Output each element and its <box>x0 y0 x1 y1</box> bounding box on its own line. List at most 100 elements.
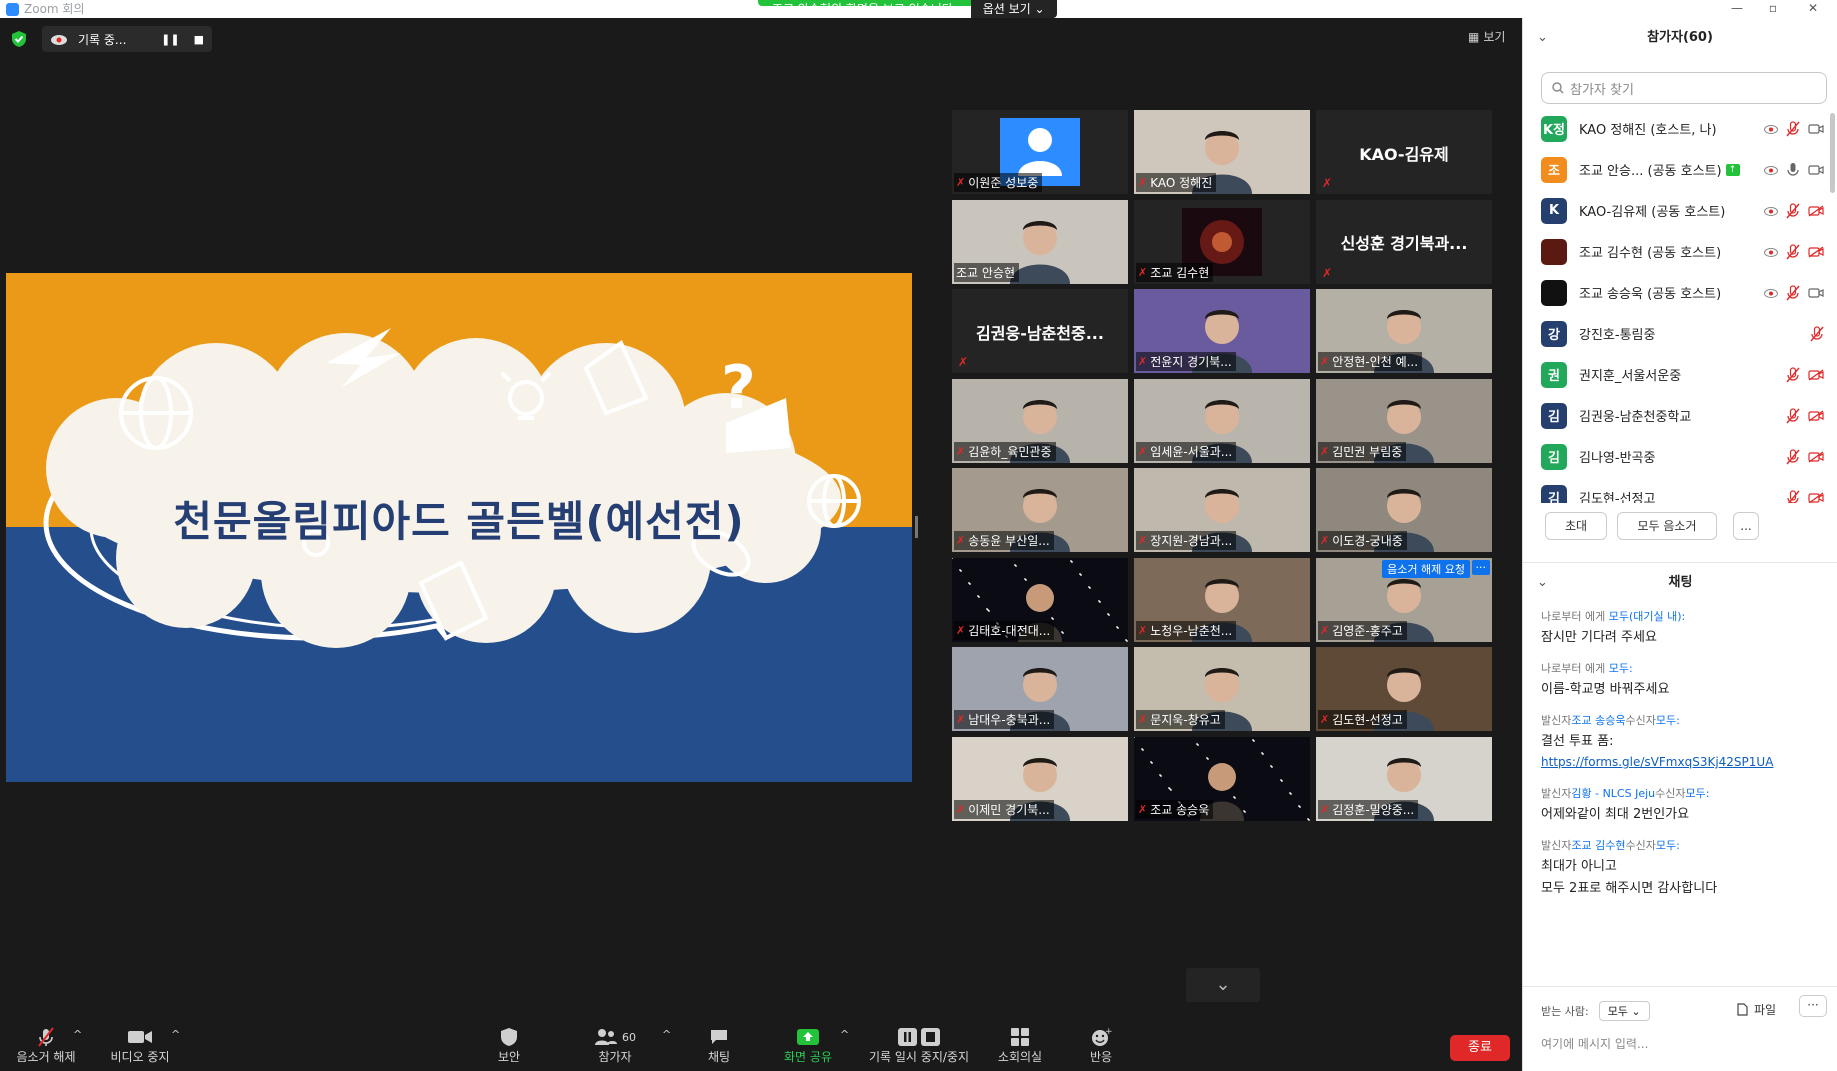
audio-options-caret-icon[interactable]: ^ <box>73 1028 82 1041</box>
chat-label: 채팅 <box>707 1050 731 1064</box>
video-tile[interactable]: ✗ 이도경-궁내중 <box>1316 468 1492 552</box>
chat-participant-link[interactable]: 모두: <box>1609 662 1633 675</box>
minimize-icon[interactable]: — <box>1719 0 1755 18</box>
video-tile[interactable]: 신성훈 경기북과... ✗ <box>1316 199 1492 284</box>
view-button[interactable]: ▦ 보기 <box>1468 28 1505 45</box>
chat-meta-text: 발신자 <box>1541 839 1572 852</box>
pause-recording-icon[interactable]: ❚❚ <box>161 33 179 46</box>
chat-more-button[interactable]: ··· <box>1799 995 1827 1017</box>
unmute-button[interactable]: 음소거 해제 <box>12 1020 80 1071</box>
chat-meta-text: 나로부터 에게 <box>1541 662 1609 675</box>
chat-participant-link[interactable]: 김황 - NLCS Jeju <box>1571 787 1655 800</box>
muted-mic-icon <box>1786 448 1800 464</box>
maximize-icon[interactable]: ▫ <box>1755 0 1791 18</box>
chat-participant-link[interactable]: 조교 송승욱 <box>1571 714 1625 727</box>
chat-participant-link[interactable]: 모두(대기실 내): <box>1609 610 1686 623</box>
encryption-shield-icon[interactable] <box>10 30 28 48</box>
file-button[interactable]: 파일 <box>1737 1001 1776 1018</box>
participant-row[interactable]: 강 강진호-통림중 <box>1523 313 1837 354</box>
video-tile[interactable]: ✗ 문지욱-창유고 <box>1134 647 1310 731</box>
security-label: 보안 <box>497 1050 521 1064</box>
breakout-rooms-button[interactable]: 소회의실 <box>992 1020 1048 1071</box>
video-tile[interactable]: ✗ 김태호-대전대... <box>952 557 1128 642</box>
muted-mic-icon: ✗ <box>956 444 966 458</box>
chat-link-row: https://forms.gle/sVFmxqS3Kj42SP1UA <box>1541 752 1826 773</box>
split-view-drag-handle[interactable] <box>915 516 918 538</box>
participant-list-scrollbar[interactable] <box>1830 113 1835 193</box>
chat-meta-text: 발신자 <box>1541 787 1572 800</box>
video-tile[interactable]: ✗ 노청우-남춘천... <box>1134 557 1310 642</box>
muted-mic-icon <box>1786 120 1800 136</box>
collapse-chat-chevron-icon[interactable]: ⌄ <box>1537 563 1548 603</box>
participant-row[interactable]: 김 김도현-선정고 <box>1523 477 1837 503</box>
video-tile[interactable]: ✗ 이원준 성보중 <box>952 110 1128 194</box>
participant-row[interactable]: 권 권지훈_서울서운중 <box>1523 354 1837 395</box>
video-tile[interactable]: 조교 안승현 <box>952 199 1128 284</box>
participant-row[interactable]: 김 김나영-반곡중 <box>1523 436 1837 477</box>
participant-row[interactable]: K KAO-김유제 (공동 호스트) <box>1523 190 1837 231</box>
pause-stop-recording-button[interactable]: 기록 일시 중지/중지 <box>864 1020 974 1071</box>
video-tile[interactable]: ✗ 전윤지 경기북... <box>1134 289 1310 373</box>
video-tile[interactable]: ✗ 조교 송승욱 <box>1134 736 1310 821</box>
video-tile[interactable]: KAO-김유제 ✗ <box>1316 110 1492 194</box>
video-tile[interactable]: ✗ 남대우-충북과... <box>952 647 1128 731</box>
participant-name: 안정현-인천 예... <box>1332 355 1419 369</box>
muted-mic-icon: ✗ <box>1138 534 1148 547</box>
chat-participant-link[interactable]: 모두: <box>1656 839 1680 852</box>
participant-name-label: ✗ 김윤하_육민관중 <box>954 441 1056 461</box>
video-tile[interactable]: ✗ KAO 정해진 <box>1134 110 1310 194</box>
video-tile[interactable]: ✗ 이제민 경기북... <box>952 736 1128 821</box>
chat-participant-link[interactable]: 모두: <box>1686 787 1710 800</box>
video-tile[interactable]: ✗ 송동윤 부산일... <box>952 468 1128 552</box>
view-options-button[interactable]: 옵션 보기 ⌄ <box>970 0 1057 18</box>
share-screen-button[interactable]: 화면 공유 <box>780 1020 836 1071</box>
security-button[interactable]: 보안 <box>490 1020 528 1071</box>
video-tile[interactable]: ✗ 조교 김수현 <box>1134 199 1310 284</box>
video-tile[interactable]: ✗ 김영준-홍주고 음소거 해제 요청 ··· <box>1316 557 1492 642</box>
chat-message-input[interactable]: 여기에 메시지 입력... <box>1541 1035 1648 1052</box>
video-tile[interactable]: ✗ 안정현-인천 예... <box>1316 289 1492 373</box>
recipient-select[interactable]: 모두 ⌄ <box>1598 1001 1650 1021</box>
muted-mic-icon: ✗ <box>1320 444 1330 458</box>
tile-more-icon[interactable]: ··· <box>1471 559 1490 575</box>
participants-caret-icon[interactable]: ^ <box>662 1028 671 1041</box>
participant-search-input[interactable]: 참가자 찾기 <box>1541 72 1827 104</box>
participants-more-button[interactable]: ... <box>1733 512 1759 540</box>
participant-name-label: ✗ 김정훈-밀양중... <box>1318 799 1419 819</box>
gallery-next-page-chevron-icon[interactable]: ⌄ <box>1186 968 1260 1002</box>
share-options-caret-icon[interactable]: ^ <box>840 1028 849 1041</box>
video-tile[interactable]: ✗ 임세윤-서울과... <box>1134 378 1310 463</box>
video-tile[interactable]: ✗ 김도현-선정고 <box>1316 647 1492 731</box>
participant-row[interactable]: 김 김권웅-남춘천중학교 <box>1523 395 1837 436</box>
participant-name: 김태호-대전대... <box>968 623 1051 638</box>
video-tile[interactable]: ✗ 김정훈-밀양중... <box>1316 736 1492 821</box>
participant-row[interactable]: 조 조교 안승... (공동 호스트) ↑ <box>1523 149 1837 190</box>
video-tile[interactable]: ✗ 김윤하_육민관중 <box>952 378 1128 463</box>
participants-button[interactable]: 60 참가자 <box>590 1020 640 1071</box>
collapse-participants-chevron-icon[interactable]: ⌄ <box>1537 18 1548 58</box>
unmute-request-button[interactable]: 음소거 해제 요청 <box>1382 559 1470 578</box>
chat-participant-link[interactable]: 모두: <box>1656 714 1680 727</box>
video-tile[interactable]: ✗ 김민권 부림중 <box>1316 378 1492 463</box>
chat-link[interactable]: https://forms.gle/sVFmxqS3Kj42SP1UA <box>1541 755 1773 769</box>
participant-status-icons <box>1764 231 1824 272</box>
reactions-button[interactable]: + 반응 <box>1086 1020 1116 1071</box>
svg-text:?: ? <box>721 353 756 423</box>
participant-row[interactable]: K정 KAO 정해진 (호스트, 나) <box>1523 108 1837 149</box>
stop-video-button[interactable]: 비디오 중지 <box>104 1020 176 1071</box>
chat-message-meta: 발신자김황 - NLCS Jeju수신자모두: <box>1541 785 1826 801</box>
video-tile[interactable]: 김권웅-남춘천중... ✗ <box>952 289 1128 373</box>
invite-button[interactable]: 초대 <box>1545 512 1607 540</box>
end-meeting-button[interactable]: 종료 <box>1450 1035 1510 1061</box>
chat-participant-link[interactable]: 조교 김수현 <box>1571 839 1625 852</box>
participant-name-display: 김권웅-남춘천중... <box>976 323 1104 343</box>
video-options-caret-icon[interactable]: ^ <box>171 1028 180 1041</box>
mute-all-button[interactable]: 모두 음소거 <box>1617 512 1717 540</box>
participant-row[interactable]: 조교 김수현 (공동 호스트) <box>1523 231 1837 272</box>
slide-title: 천문올림피아드 골든벨(예선전) <box>173 497 745 546</box>
participant-row[interactable]: 조교 송승욱 (공동 호스트) <box>1523 272 1837 313</box>
close-icon[interactable]: ✕ <box>1795 0 1831 18</box>
video-tile[interactable]: ✗ 장지원-경남과... <box>1134 468 1310 552</box>
chat-button[interactable]: 채팅 <box>700 1020 738 1071</box>
stop-recording-icon[interactable]: ■ <box>194 33 204 46</box>
